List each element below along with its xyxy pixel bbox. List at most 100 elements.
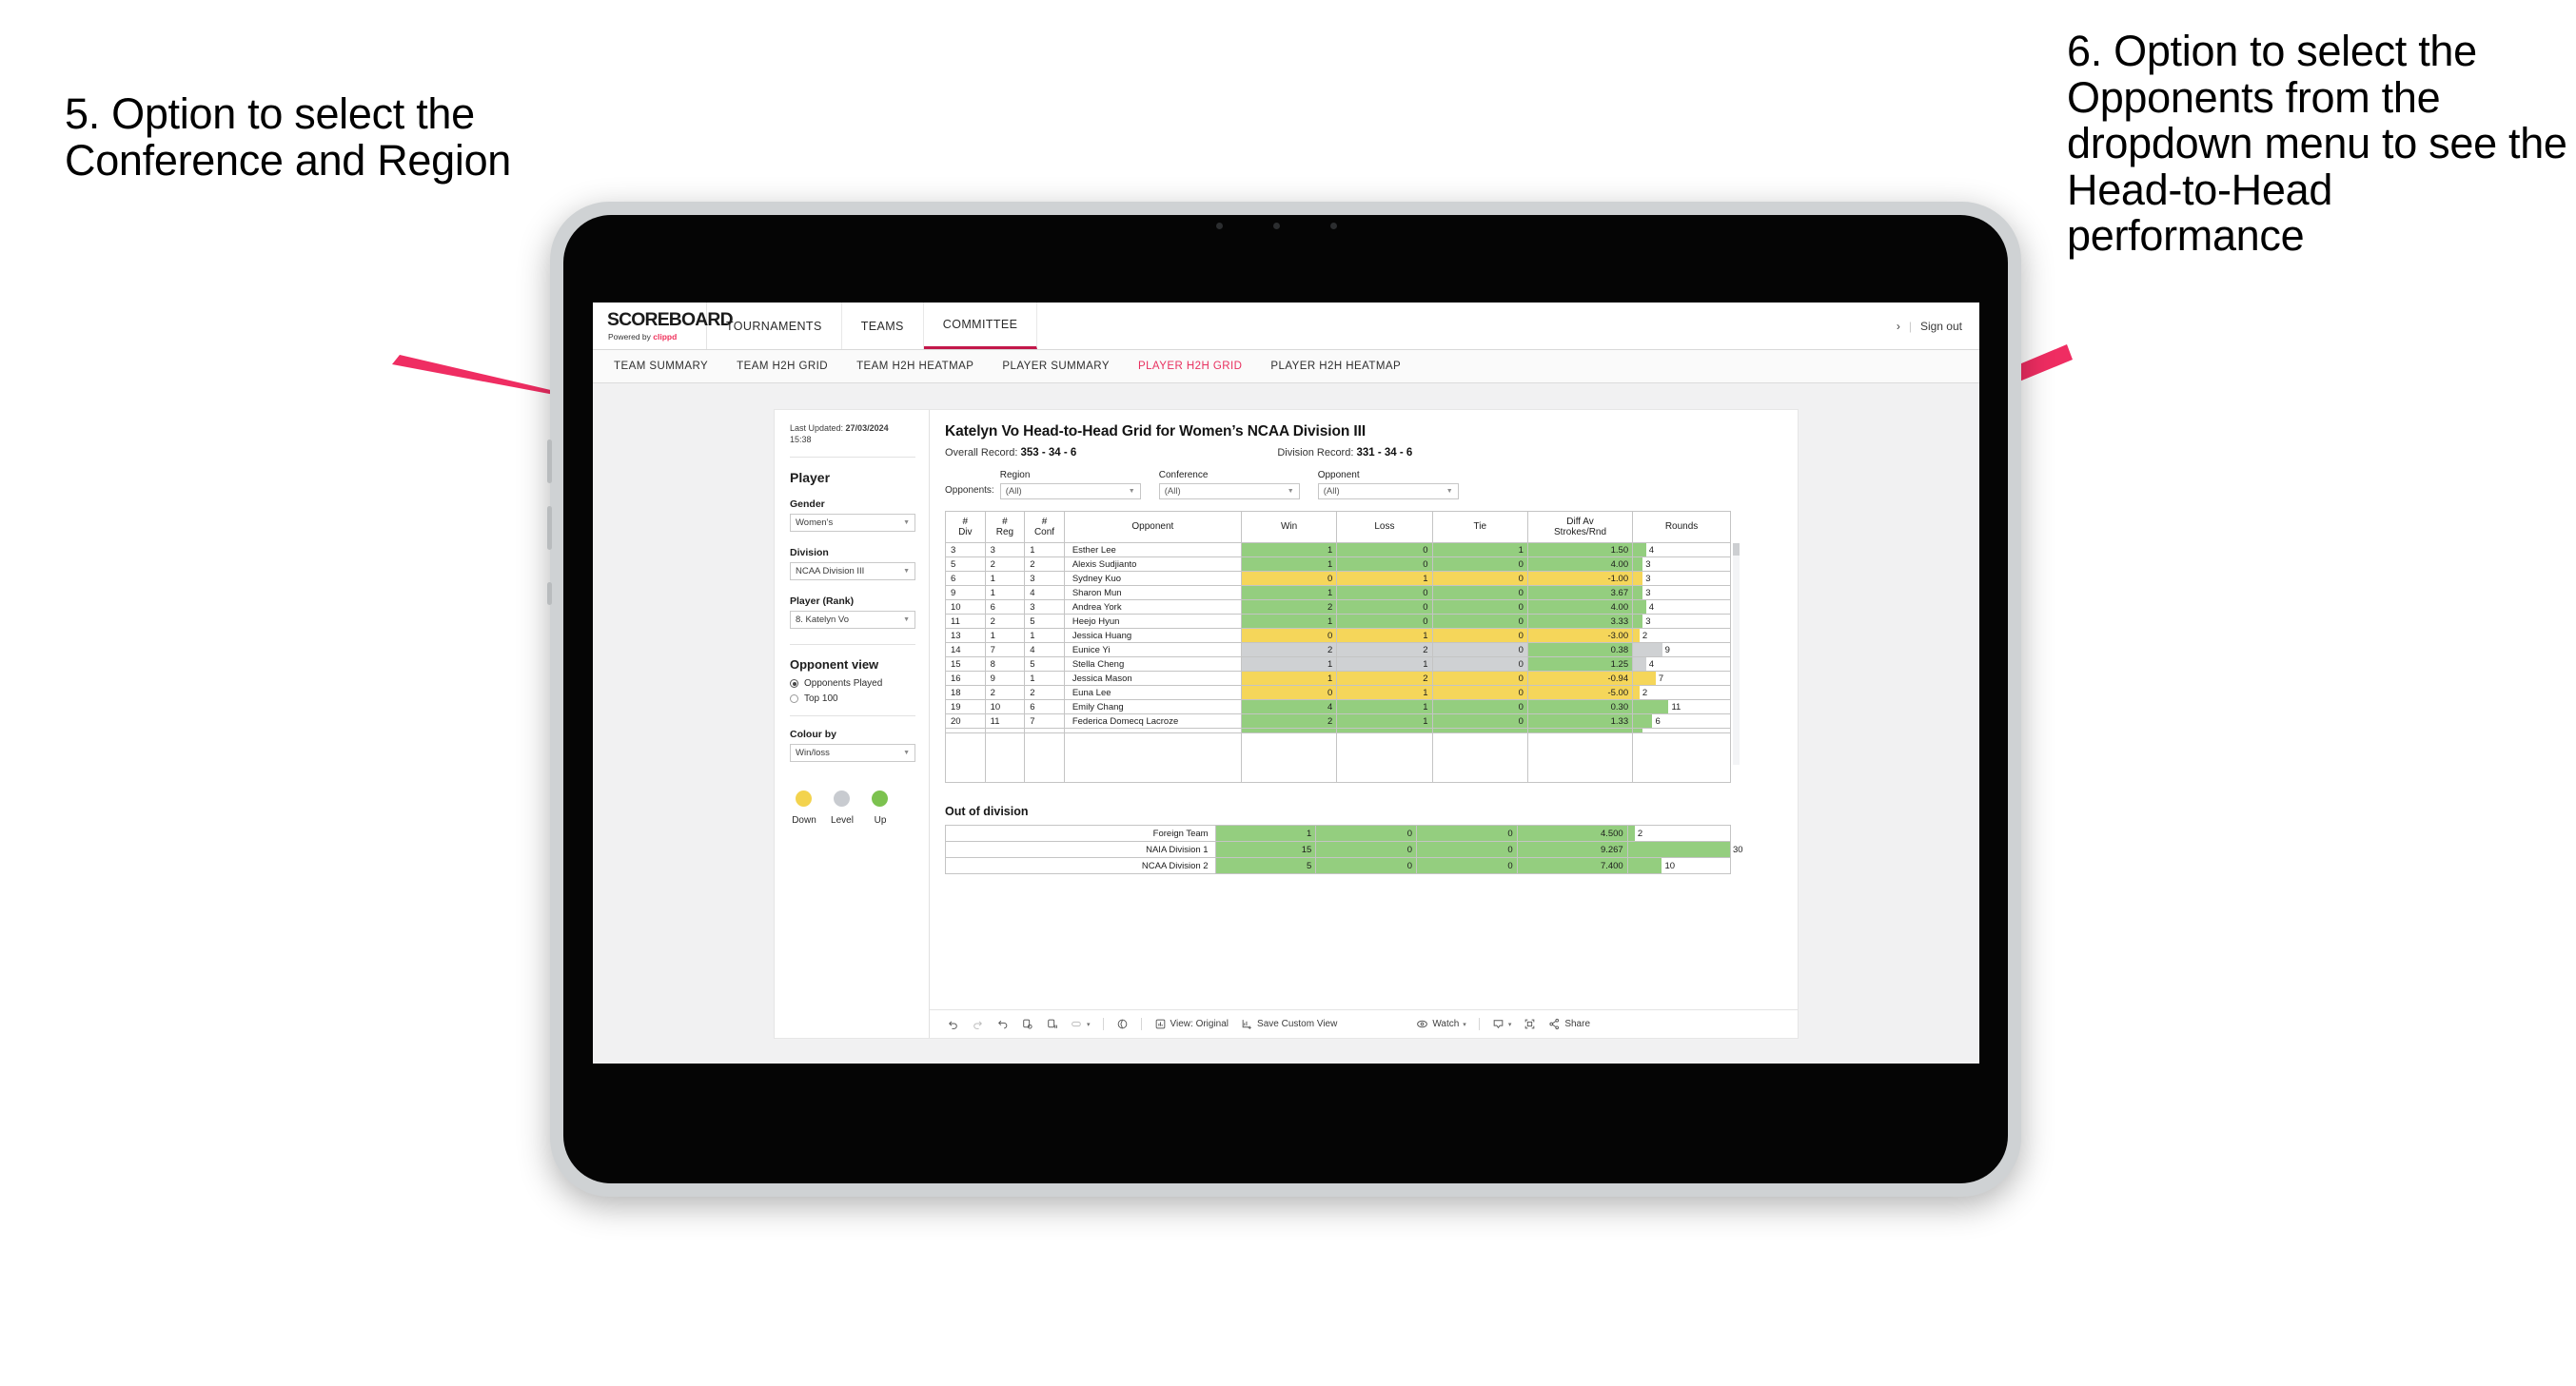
opponent-select[interactable]: (All) ▼ — [1317, 483, 1459, 499]
chevron-right-icon[interactable]: › — [1897, 320, 1900, 333]
subnav-item-team-h2h-heatmap[interactable]: TEAM H2H HEATMAP — [856, 361, 973, 372]
table-row[interactable]: 5 2 2 Alexis Sudjianto 1 0 0 4.00 3 — [945, 556, 1731, 572]
subnav-item-team-h2h-grid[interactable]: TEAM H2H GRID — [737, 361, 828, 372]
subnav-item-player-h2h-grid[interactable]: PLAYER H2H GRID — [1138, 361, 1242, 372]
table-header-row: # Div # Reg # Conf Opponent Win Loss Tie Di… — [945, 511, 1731, 543]
col-opponent: Opponent — [1063, 511, 1242, 543]
division-select[interactable]: NCAA Division III ▼ — [790, 562, 915, 581]
cell-conf: 2 — [1024, 685, 1065, 700]
table-row[interactable]: 11 2 5 Heejo Hyun 1 0 0 3.33 3 — [945, 614, 1731, 629]
gender-select[interactable]: Women’s ▼ — [790, 514, 915, 533]
cell-conf: 4 — [1024, 585, 1065, 600]
table-row[interactable]: 20 11 7 Federica Domecq Lacroze 2 1 0 1.33 6 — [945, 713, 1731, 729]
topnav-right-group: › | Sign out — [1897, 303, 1979, 349]
out-of-division-row[interactable]: NCAA Division 2 5 0 0 7.400 10 — [945, 857, 1732, 874]
save-custom-view-button[interactable]: Save Custom View — [1241, 1018, 1337, 1030]
conference-label: Conference — [1158, 470, 1209, 480]
legend-swatch-level — [834, 791, 850, 808]
divider — [1478, 1018, 1480, 1030]
cell-reg: 2 — [984, 614, 1026, 629]
grid-scrollbar[interactable] — [1733, 543, 1740, 765]
table-row[interactable]: 15 8 5 Stella Cheng 1 1 0 1.25 4 — [945, 656, 1731, 672]
table-row[interactable]: 6 1 3 Sydney Kuo 0 1 0 -1.00 3 — [945, 571, 1731, 586]
legend-swatch-down — [796, 791, 812, 808]
cell-loss: 1 — [1336, 571, 1433, 586]
redo-button[interactable] — [972, 1018, 984, 1030]
cell-opponent: Sydney Kuo — [1063, 571, 1242, 586]
topnav-item-committee[interactable]: COMMITTEE — [923, 303, 1038, 349]
table-row[interactable]: 13 1 1 Jessica Huang 0 1 0 -3.00 2 — [945, 628, 1731, 643]
rounds-bar-fill — [1627, 842, 1730, 857]
division-value: NCAA Division III — [796, 566, 865, 577]
cell-opponent: Jessica Mason — [1063, 671, 1242, 686]
player-rank-select[interactable]: 8. Katelyn Vo ▼ — [790, 611, 915, 630]
undo-button[interactable] — [947, 1018, 959, 1030]
volume-button[interactable] — [547, 439, 552, 483]
radio-top-100[interactable]: Top 100 — [790, 693, 915, 704]
division-record: Division Record: 331 - 34 - 6 — [1277, 447, 1413, 459]
download-button[interactable]: ▾ — [1492, 1018, 1511, 1030]
table-row[interactable]: 9 1 4 Sharon Mun 1 0 0 3.67 3 — [945, 585, 1731, 600]
cell-tie: 0 — [1431, 671, 1528, 686]
out-of-division-row[interactable]: NAIA Division 1 15 0 0 9.267 30 — [945, 841, 1743, 858]
pause-button[interactable] — [1046, 1018, 1058, 1030]
rounds-bar-cell: 2 — [1626, 825, 1732, 842]
cell-empty — [984, 732, 1026, 783]
view-original-button[interactable]: View: Original — [1154, 1018, 1229, 1030]
rounds-bar-cell: 30 — [1626, 841, 1743, 858]
cell-diff: 4.500 — [1516, 825, 1628, 842]
rounds-bar-value: 3 — [1645, 558, 1651, 570]
region-select[interactable]: (All) ▼ — [999, 483, 1141, 499]
conference-select[interactable]: (All) ▼ — [1158, 483, 1300, 499]
table-row[interactable]: 10 6 3 Andrea York 2 0 0 4.00 4 — [945, 599, 1731, 615]
radio-opponents-played[interactable]: Opponents Played — [790, 678, 915, 689]
watch-button[interactable]: Watch ▾ — [1416, 1018, 1466, 1030]
cell-conf: 5 — [1024, 614, 1065, 629]
table-row[interactable]: 16 9 1 Jessica Mason 1 2 0 -0.94 7 — [945, 671, 1731, 686]
conference-filter: Conference (All) ▼ — [1158, 470, 1300, 499]
cell-loss: 0 — [1336, 585, 1433, 600]
cell-win: 1 — [1240, 671, 1338, 686]
cell-div: 13 — [945, 628, 986, 643]
subnav-item-player-h2h-heatmap[interactable]: PLAYER H2H HEATMAP — [1270, 361, 1401, 372]
table-row[interactable]: 18 2 2 Euna Lee 0 1 0 -5.00 2 — [945, 685, 1731, 700]
legend-label-level: Level — [831, 815, 854, 827]
topnav-item-teams[interactable]: TEAMS — [842, 303, 924, 349]
rounds-bar-value: 4 — [1648, 658, 1654, 670]
grid-scrollbar-thumb[interactable] — [1733, 543, 1740, 556]
table-row[interactable]: 3 3 1 Esther Lee 1 0 1 1.50 4 — [945, 542, 1731, 557]
annotation-right-text: 6. Option to select the Opponents from t… — [2067, 27, 2567, 261]
cell-tie: 0 — [1416, 857, 1518, 874]
cell-opponent: Stella Cheng — [1063, 656, 1242, 672]
chevron-down-icon: ▼ — [1287, 488, 1294, 495]
power-button[interactable] — [547, 582, 552, 605]
app-screen: SCOREBOARD Powered by clippd TOURNAMENTS… — [593, 303, 1979, 1064]
fullscreen-button[interactable] — [1524, 1018, 1536, 1030]
cell-conf: 4 — [1024, 642, 1065, 657]
cell-diff: 7.400 — [1516, 857, 1628, 874]
revert-button[interactable] — [996, 1018, 1009, 1030]
records-row: Overall Record: 353 - 34 - 6 Division Re… — [945, 447, 1798, 459]
cell-tie: 0 — [1431, 642, 1528, 657]
cell-reg: 2 — [984, 556, 1026, 572]
cell-reg: 8 — [984, 656, 1026, 672]
volume-button[interactable] — [547, 506, 552, 550]
out-of-division-row[interactable]: Foreign Team 1 0 0 4.500 2 — [945, 825, 1732, 842]
share-button[interactable]: Share — [1548, 1018, 1590, 1030]
table-row[interactable]: 14 7 4 Eunice Yi 2 2 0 0.38 9 — [945, 642, 1731, 657]
subnav-item-team-summary[interactable]: TEAM SUMMARY — [614, 361, 708, 372]
col-reg: # Reg — [984, 511, 1026, 543]
highlight-button[interactable]: ▾ — [1071, 1018, 1091, 1030]
table-row[interactable]: 19 10 6 Emily Chang 4 1 0 0.30 11 — [945, 699, 1731, 714]
sign-out-link[interactable]: Sign out — [1920, 320, 1962, 333]
app-logo[interactable]: SCOREBOARD Powered by clippd — [593, 303, 734, 349]
refresh-button[interactable] — [1021, 1018, 1033, 1030]
presentation-button[interactable] — [1116, 1018, 1129, 1030]
opponent-filter: Opponent (All) ▼ — [1317, 470, 1459, 499]
filters-prefix-label: Opponents: — [945, 485, 994, 496]
main-panel: Katelyn Vo Head-to-Head Grid for Women’s… — [930, 410, 1798, 1038]
cell-win: 2 — [1240, 713, 1338, 729]
subnav-item-player-summary[interactable]: PLAYER SUMMARY — [1002, 361, 1110, 372]
colour-by-select[interactable]: Win/loss ▼ — [790, 744, 915, 763]
rounds-bar-fill — [1633, 615, 1643, 628]
